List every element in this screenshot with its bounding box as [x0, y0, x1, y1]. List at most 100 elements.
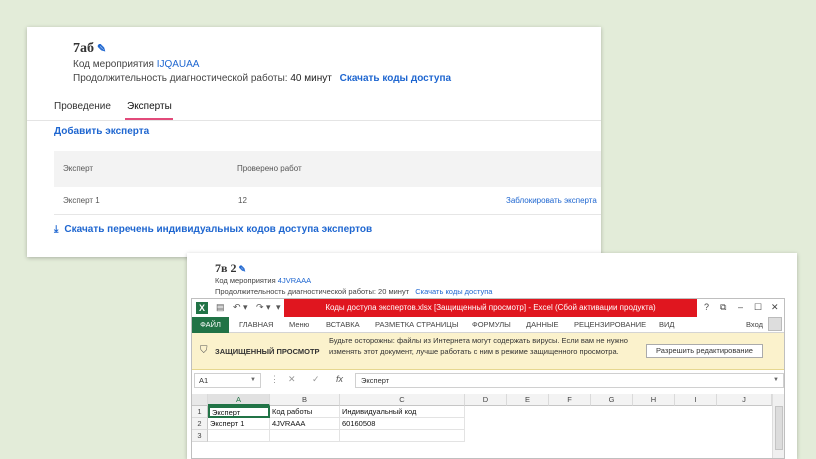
sign-in-link[interactable]: Вход — [746, 320, 763, 329]
tab-page-layout[interactable]: РАЗМЕТКА СТРАНИЦЫ — [375, 320, 458, 329]
enable-editing-button[interactable]: Разрешить редактирование — [646, 344, 763, 358]
tab-formulas[interactable]: ФОРМУЛЫ — [472, 320, 511, 329]
duration-value: 40 минут — [290, 73, 332, 84]
column-header[interactable]: G — [591, 394, 633, 406]
event-card-7ab: 7аб ✎ Код мероприятия IJQAUAA Продолжител… — [27, 27, 601, 257]
tab-file[interactable]: ФАЙЛ — [192, 317, 229, 333]
col-header-checked: Проверено работ — [237, 164, 302, 173]
download-list-link[interactable]: ⤓ Скачать перечень индивидуальных кодов д… — [54, 224, 372, 235]
name-box[interactable]: A1 ▼ — [194, 373, 261, 388]
event-code-link[interactable]: 4JVRAAA — [278, 276, 311, 285]
select-all-corner[interactable] — [192, 394, 208, 406]
cell-c3[interactable] — [340, 430, 465, 442]
cancel-icon[interactable]: ✕ — [288, 374, 296, 385]
cell-a1[interactable]: Эксперт — [208, 406, 270, 418]
ribbon-tabs: ФАЙЛ ГЛАВНАЯ Меню ВСТАВКА РАЗМЕТКА СТРАН… — [192, 317, 784, 333]
cell-b3[interactable] — [270, 430, 340, 442]
vertical-scrollbar[interactable] — [772, 394, 784, 458]
formula-value: Эксперт — [361, 376, 390, 385]
protected-view-bar: ⛉ ЗАЩИЩЕННЫЙ ПРОСМОТР Будьте осторожны: … — [192, 333, 784, 370]
tab-data[interactable]: ДАННЫЕ — [526, 320, 559, 329]
cell-a2[interactable]: Эксперт 1 — [208, 418, 270, 430]
tab-view[interactable]: ВИД — [659, 320, 674, 329]
window-title: Коды доступа экспертов.xlsx [Защищенный … — [284, 299, 697, 317]
tab-menu[interactable]: Меню — [289, 320, 309, 329]
customize-qat-icon[interactable]: ▾ — [276, 302, 281, 313]
redo-icon[interactable]: ↷ ▾ — [256, 302, 271, 313]
cell-c1[interactable]: Индивидуальный код — [340, 406, 465, 418]
block-expert-link[interactable]: Заблокировать эксперта — [506, 196, 597, 205]
more-dots-icon: ⋮ — [270, 374, 279, 384]
cell-b1[interactable]: Код работы — [270, 406, 340, 418]
avatar[interactable] — [768, 317, 782, 331]
column-header[interactable]: I — [675, 394, 717, 406]
tab-experts[interactable]: Эксперты — [127, 101, 172, 112]
column-header[interactable]: J — [717, 394, 772, 406]
tab-divider — [27, 120, 601, 121]
expert-name: Эксперт 1 — [63, 196, 100, 205]
formula-row: A1 ▼ ⋮ ✕ ✓ fx Эксперт ▼ — [192, 373, 784, 388]
duration-line: Продолжительность диагностической работы… — [73, 73, 451, 84]
save-icon[interactable]: ▤ — [216, 302, 225, 313]
cell-a3[interactable] — [208, 430, 270, 442]
maximize-icon[interactable]: ☐ — [754, 302, 762, 313]
row-header[interactable]: 1 — [192, 406, 208, 418]
enter-icon[interactable]: ✓ — [312, 374, 320, 385]
cell-b2[interactable]: 4JVRAAA — [270, 418, 340, 430]
formula-bar[interactable]: Эксперт ▼ — [355, 373, 784, 388]
help-icon[interactable]: ? — [704, 302, 709, 312]
excel-window: X ▤ ↶ ▾ ↷ ▾ ▾ Коды доступа экспертов.xls… — [191, 298, 785, 459]
tab-conduct[interactable]: Проведение — [54, 101, 111, 112]
protected-view-message: Будьте осторожны: файлы из Интернета мог… — [329, 336, 628, 356]
chevron-down-icon: ▼ — [773, 377, 779, 383]
undo-icon[interactable]: ↶ ▾ — [233, 302, 248, 313]
excel-title-bar: X ▤ ↶ ▾ ↷ ▾ ▾ Коды доступа экспертов.xls… — [192, 299, 784, 317]
event-title: 7аб ✎ — [73, 41, 106, 57]
row-header[interactable]: 3 — [192, 430, 208, 442]
event-code-line: Код мероприятия 4JVRAAA — [215, 276, 311, 285]
event-title-text: 7аб — [73, 41, 94, 56]
duration-value: 20 минут — [378, 287, 410, 296]
download-icon: ⤓ — [54, 224, 59, 235]
insert-function-icon[interactable]: fx — [336, 374, 343, 384]
column-header[interactable]: C — [340, 394, 465, 406]
protected-view-title: ЗАЩИЩЕННЫЙ ПРОСМОТР — [215, 347, 320, 356]
tab-review[interactable]: РЕЦЕНЗИРОВАНИЕ — [574, 320, 646, 329]
download-codes-link[interactable]: Скачать коды доступа — [340, 73, 451, 84]
event-title-text: 7в 2 — [215, 261, 237, 275]
tab-home[interactable]: ГЛАВНАЯ — [239, 320, 273, 329]
event-code-link[interactable]: IJQAUAA — [157, 59, 200, 70]
checked-count: 12 — [238, 196, 247, 205]
cell-c2[interactable]: 60160508 — [340, 418, 465, 430]
close-icon[interactable]: ✕ — [771, 302, 779, 313]
edit-pencil-icon[interactable]: ✎ — [97, 43, 106, 55]
scrollbar-thumb[interactable] — [775, 406, 783, 450]
excel-logo-icon: X — [196, 302, 208, 314]
download-codes-link[interactable]: Скачать коды доступа — [415, 287, 492, 296]
add-expert-link[interactable]: Добавить эксперта — [54, 126, 149, 137]
col-header-expert: Эксперт — [63, 164, 94, 173]
duration-line: Продолжительность диагностической работы… — [215, 287, 492, 296]
column-header[interactable]: D — [465, 394, 507, 406]
chevron-down-icon: ▼ — [250, 377, 256, 383]
column-header[interactable]: E — [507, 394, 549, 406]
duration-label: Продолжительность диагностической работы… — [73, 73, 288, 84]
experts-table-header: Эксперт Проверено работ — [54, 151, 601, 187]
ribbon-display-icon[interactable]: ⧉ — [720, 302, 726, 313]
event-code-label: Код мероприятия — [215, 276, 276, 285]
tab-insert[interactable]: ВСТАВКА — [326, 320, 360, 329]
duration-label: Продолжительность диагностической работы… — [215, 287, 376, 296]
column-header[interactable]: H — [633, 394, 675, 406]
download-list-text: Скачать перечень индивидуальных кодов до… — [64, 224, 373, 235]
name-box-value: A1 — [199, 376, 209, 385]
column-header[interactable]: A — [208, 394, 270, 406]
column-header[interactable]: F — [549, 394, 591, 406]
edit-pencil-icon[interactable]: ✎ — [238, 264, 246, 274]
column-header[interactable]: B — [270, 394, 340, 406]
event-code-label: Код мероприятия — [73, 59, 154, 70]
shield-icon: ⛉ — [200, 345, 208, 356]
event-code-line: Код мероприятия IJQAUAA — [73, 59, 199, 70]
row-header[interactable]: 2 — [192, 418, 208, 430]
minimize-icon[interactable]: – — [738, 302, 743, 312]
event-title: 7в 2 ✎ — [215, 261, 246, 276]
